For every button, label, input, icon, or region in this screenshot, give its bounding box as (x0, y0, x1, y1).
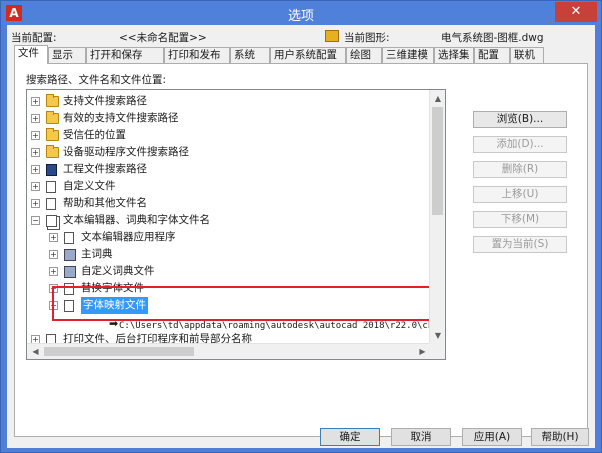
tree-item-label: 主词典 (81, 248, 113, 260)
tree-item[interactable]: + 支持文件搜索路径 (27, 93, 427, 110)
highlight-box (52, 286, 437, 321)
tab-3d-modeling[interactable]: 三维建模 (382, 47, 434, 63)
tree-item[interactable]: + 设备驱动程序文件搜索路径 (27, 144, 427, 161)
expand-icon[interactable]: + (31, 199, 40, 208)
options-dialog: A 选项 ✕ 当前配置: <<未命名配置>> 当前图形: 电气系统图-图框.dw… (0, 0, 602, 453)
dictionary-icon (64, 249, 76, 261)
drawing-icon (325, 30, 339, 42)
files-panel: 搜索路径、文件名和文件位置: + 支持文件搜索路径 + 有效的支持文件搜索路径 + 受信任… (14, 63, 588, 437)
horizontal-scrollbar[interactable]: ◀ ▶ (27, 343, 431, 359)
tree-item-label: 工程文件搜索路径 (63, 163, 147, 175)
tree-item-label: 自定义文件 (63, 180, 116, 192)
vertical-scroll-thumb[interactable] (432, 107, 443, 215)
tab-selection[interactable]: 选择集 (434, 47, 474, 63)
search-paths-label: 搜索路径、文件名和文件位置: (26, 74, 167, 86)
expand-icon[interactable]: + (31, 97, 40, 106)
tree-item[interactable]: − 文本编辑器、词典和字体文件名 (27, 212, 427, 229)
tree-item[interactable]: + 文本编辑器应用程序 (27, 229, 427, 246)
expand-icon[interactable]: + (31, 148, 40, 157)
help-button[interactable]: 帮助(H) (531, 428, 589, 446)
project-icon (46, 164, 57, 176)
move-down-button[interactable]: 下移(M) (473, 211, 567, 228)
move-up-button[interactable]: 上移(U) (473, 186, 567, 203)
expand-icon[interactable]: + (49, 233, 58, 242)
tab-plot-publish[interactable]: 打印和发布 (164, 47, 230, 63)
collapse-icon[interactable]: − (31, 216, 40, 225)
tab-profiles[interactable]: 配置 (474, 47, 510, 63)
profile-row: 当前配置: <<未命名配置>> 当前图形: 电气系统图-图框.dwg (7, 28, 595, 44)
scroll-left-icon[interactable]: ◀ (27, 344, 44, 359)
editor-icon (64, 232, 74, 244)
tree-item[interactable]: + 帮助和其他文件名 (27, 195, 427, 212)
ok-button[interactable]: 确定 (320, 428, 380, 446)
tree-item-label: 支持文件搜索路径 (63, 95, 147, 107)
tab-drafting[interactable]: 绘图 (346, 47, 382, 63)
file-paths-tree[interactable]: + 支持文件搜索路径 + 有效的支持文件搜索路径 + 受信任的位置 + 设备驱动程序文件搜索路… (26, 89, 446, 360)
scroll-corner (429, 343, 445, 359)
tree-item[interactable]: + 受信任的位置 (27, 127, 427, 144)
current-profile-value: <<未命名配置>> (119, 32, 207, 44)
documents-icon (46, 215, 57, 227)
tab-open-save[interactable]: 打开和保存 (86, 47, 164, 63)
folder-icon (46, 145, 59, 158)
folder-icon (46, 94, 59, 107)
tab-strip: 文件 显示 打开和保存 打印和发布 系统 用户系统配置 绘图 三维建模 选择集 … (14, 45, 584, 64)
tree-item[interactable]: + 工程文件搜索路径 (27, 161, 427, 178)
folder-icon (46, 128, 59, 141)
tab-user-preferences[interactable]: 用户系统配置 (270, 47, 346, 63)
dictionary-icon (64, 266, 76, 278)
tree-item-label: 设备驱动程序文件搜索路径 (63, 146, 189, 158)
tree-item-label: 帮助和其他文件名 (63, 197, 147, 209)
horizontal-scroll-thumb[interactable] (44, 347, 194, 356)
current-drawing-value: 电气系统图-图框.dwg (441, 32, 544, 44)
document-icon (46, 198, 56, 210)
expand-icon[interactable]: + (31, 131, 40, 140)
close-button[interactable]: ✕ (555, 2, 597, 22)
tree-item-label: 有效的支持文件搜索路径 (63, 112, 179, 124)
title-bar[interactable]: A 选项 ✕ (1, 1, 601, 25)
tree-item-label: 文本编辑器应用程序 (81, 231, 176, 243)
document-icon (46, 181, 56, 193)
tab-online[interactable]: 联机 (510, 47, 544, 63)
tab-display[interactable]: 显示 (48, 47, 86, 63)
expand-icon[interactable]: + (49, 250, 58, 259)
tab-files[interactable]: 文件 (14, 45, 48, 64)
apply-button[interactable]: 应用(A) (462, 428, 522, 446)
remove-button[interactable]: 删除(R) (473, 161, 567, 178)
expand-icon[interactable]: + (31, 114, 40, 123)
current-profile-label: 当前配置: (11, 32, 57, 44)
scroll-up-icon[interactable]: ▲ (430, 90, 445, 107)
vertical-scrollbar[interactable]: ▲ ▼ (429, 90, 445, 344)
dialog-body: 当前配置: <<未命名配置>> 当前图形: 电气系统图-图框.dwg 文件 显示… (7, 25, 595, 448)
tab-system[interactable]: 系统 (230, 47, 270, 63)
cancel-button[interactable]: 取消 (391, 428, 451, 446)
tree-item[interactable]: + 有效的支持文件搜索路径 (27, 110, 427, 127)
tree-item[interactable]: + 自定义文件 (27, 178, 427, 195)
folder-icon (46, 111, 59, 124)
browse-button[interactable]: 浏览(B)... (473, 111, 567, 128)
tree-item-label: 自定义词典文件 (81, 265, 155, 277)
tree-item[interactable]: + 主词典 (27, 246, 427, 263)
current-drawing-label: 当前图形: (344, 32, 390, 44)
dialog-title: 选项 (287, 9, 314, 24)
set-current-button[interactable]: 置为当前(S) (473, 236, 567, 253)
tree-item-label: 受信任的位置 (63, 129, 126, 141)
add-button[interactable]: 添加(D)... (473, 136, 567, 153)
expand-icon[interactable]: + (31, 165, 40, 174)
scroll-down-icon[interactable]: ▼ (430, 327, 445, 344)
tree-item[interactable]: + 自定义词典文件 (27, 263, 427, 280)
tree-item-label: 文本编辑器、词典和字体文件名 (63, 214, 210, 226)
expand-icon[interactable]: + (49, 267, 58, 276)
expand-icon[interactable]: + (31, 182, 40, 191)
